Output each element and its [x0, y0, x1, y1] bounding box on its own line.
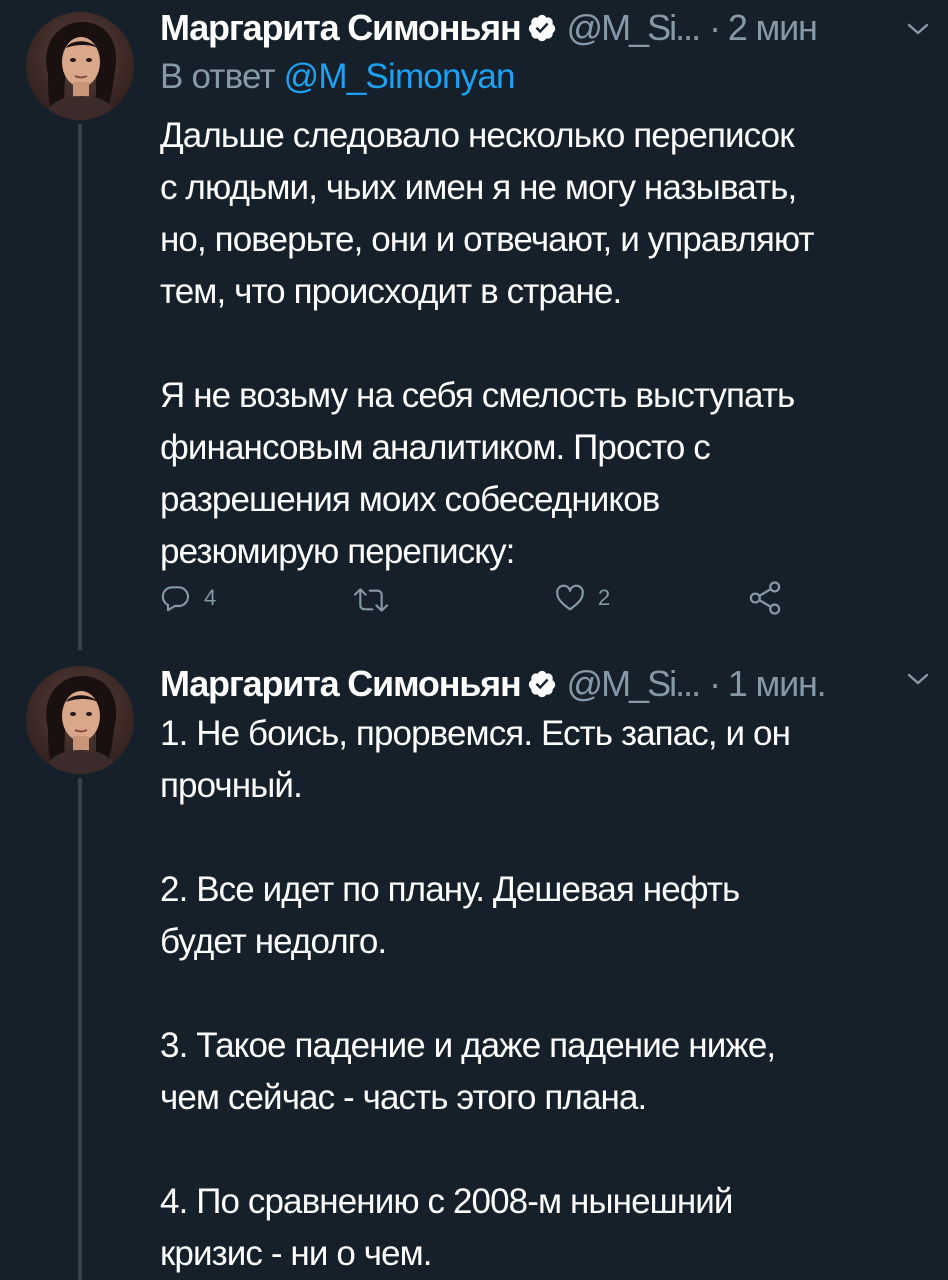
- tweet[interactable]: Маргарита Симоньян @M_Si... · 1 мин. 1. …: [0, 650, 948, 1280]
- reply-button[interactable]: 4: [160, 582, 216, 614]
- tweet-paragraph: Я не возьму на себя смелость выступать ф…: [160, 370, 930, 578]
- heart-icon: [554, 582, 586, 614]
- tweet-paragraph: 4. По сравнению с 2008-м нынешний кризис…: [160, 1176, 930, 1280]
- text-line: будет недолго.: [160, 922, 387, 961]
- tweet[interactable]: Маргарита Симоньян @M_Si... · 2 мин В от…: [0, 0, 948, 650]
- tweet-content: Маргарита Симоньян @M_Si... · 1 мин. 1. …: [160, 660, 930, 1280]
- avatar[interactable]: [26, 666, 134, 774]
- tweet-text: 1. Не боись, прорвемся. Есть запас, и он…: [160, 708, 930, 1280]
- reply-prefix: В ответ: [160, 57, 276, 96]
- verified-badge-icon: [527, 669, 557, 699]
- separator-dot: ·: [709, 663, 721, 704]
- author-name[interactable]: Маргарита Симоньян: [160, 7, 522, 49]
- tweet-timestamp[interactable]: 2 мин: [728, 7, 818, 49]
- text-line: 2. Все идет по плану. Дешевая нефть: [160, 870, 740, 909]
- tweet-actions: 4 2: [160, 578, 930, 622]
- avatar[interactable]: [26, 12, 134, 120]
- tweet-header: Маргарита Симоньян @M_Si... · 1 мин.: [160, 660, 930, 708]
- text-line: Дальше следовало несколько переписок: [160, 116, 795, 155]
- verified-badge-icon: [527, 13, 557, 43]
- text-line: но, поверьте, они и отвечают, и управляю…: [160, 220, 815, 259]
- text-line: Я не возьму на себя смелость выступать: [160, 376, 795, 415]
- share-icon: [748, 580, 782, 616]
- tweet-text: Дальше следовало несколько переписок с л…: [160, 110, 930, 578]
- like-count: 2: [598, 585, 611, 610]
- thread-line: [78, 778, 82, 1280]
- reply-context: В ответ @M_Simonyan: [160, 52, 930, 102]
- text-line: тем, что происходит в стране.: [160, 272, 622, 311]
- text-line: финансовым аналитиком. Просто с: [160, 428, 711, 467]
- separator-dot: ·: [709, 7, 721, 48]
- tweet-paragraph: Дальше следовало несколько переписок с л…: [160, 110, 930, 318]
- author-handle[interactable]: @M_Si...: [567, 663, 702, 705]
- tweet-header: Маргарита Симоньян @M_Si... · 2 мин: [160, 4, 930, 52]
- tweet-paragraph: 2. Все идет по плану. Дешевая нефть буде…: [160, 864, 930, 968]
- chevron-down-icon[interactable]: [906, 670, 930, 688]
- author-handle[interactable]: @M_Si...: [567, 7, 702, 49]
- text-line: 3. Такое падение и даже падение ниже,: [160, 1026, 776, 1065]
- tweet-timestamp[interactable]: 1 мин.: [728, 663, 827, 705]
- thread-line: [78, 124, 82, 650]
- tweet-paragraph: 3. Такое падение и даже падение ниже, че…: [160, 1020, 930, 1124]
- like-button[interactable]: 2: [554, 582, 610, 614]
- text-line: чем сейчас - часть этого плана.: [160, 1078, 647, 1117]
- text-line: 1. Не боись, прорвемся. Есть запас, и он: [160, 714, 791, 753]
- author-name[interactable]: Маргарита Симоньян: [160, 663, 522, 705]
- reply-count: 4: [204, 585, 217, 610]
- text-line: прочный.: [160, 766, 303, 805]
- text-line: 4. По сравнению с 2008-м нынешний: [160, 1182, 733, 1221]
- retweet-icon: [352, 584, 390, 616]
- text-line: кризис - ни о чем.: [160, 1234, 433, 1273]
- share-button[interactable]: [748, 580, 782, 616]
- tweet-paragraph: 1. Не боись, прорвемся. Есть запас, и он…: [160, 708, 930, 812]
- chevron-down-icon[interactable]: [906, 20, 930, 38]
- reply-mention-link[interactable]: @M_Simonyan: [284, 57, 516, 96]
- text-line: с людьми, чьих имен я не могу называть,: [160, 168, 797, 207]
- retweet-button[interactable]: [352, 584, 390, 616]
- text-line: разрешения моих собеседников: [160, 480, 660, 519]
- tweet-content: Маргарита Симоньян @M_Si... · 2 мин В от…: [160, 4, 930, 578]
- reply-icon: [160, 582, 192, 614]
- text-line: резюмирую переписку:: [160, 532, 515, 571]
